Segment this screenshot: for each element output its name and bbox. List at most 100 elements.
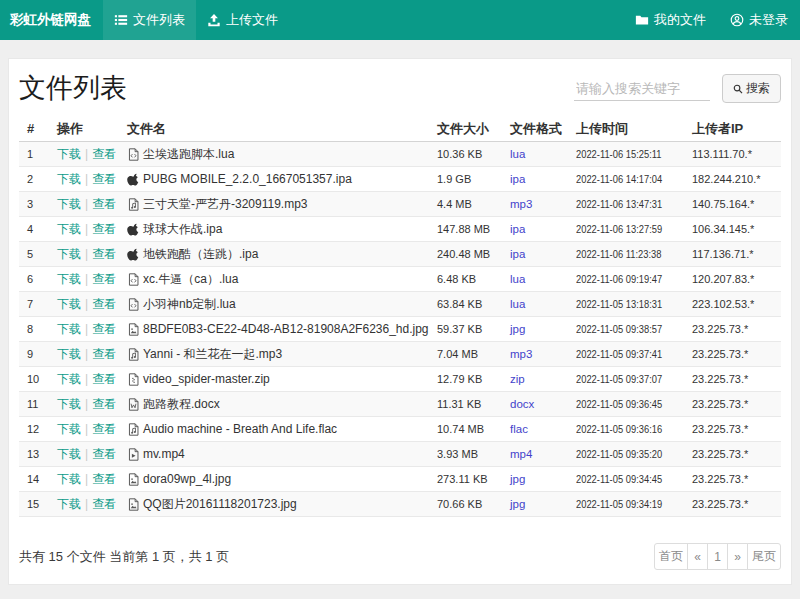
page-number-button[interactable]: 1	[707, 543, 728, 570]
download-link[interactable]: 下载	[57, 397, 81, 411]
download-link[interactable]: 下载	[57, 297, 81, 311]
nav-item-my-files[interactable]: 我的文件	[623, 0, 718, 40]
view-link[interactable]: 查看	[92, 472, 116, 486]
download-link[interactable]: 下载	[57, 172, 81, 186]
file-size: 147.88 MB	[429, 217, 502, 242]
view-link[interactable]: 查看	[92, 197, 116, 211]
row-actions: 下载|查看	[49, 367, 119, 392]
download-link[interactable]: 下载	[57, 197, 81, 211]
download-link[interactable]: 下载	[57, 222, 81, 236]
search-input[interactable]	[574, 77, 710, 101]
download-link[interactable]: 下载	[57, 347, 81, 361]
file-format-cell: lua	[502, 292, 568, 317]
view-link[interactable]: 查看	[92, 372, 116, 386]
upload-time: 2022-11-05 09:36:16	[576, 421, 662, 437]
column-header: 上传时间	[568, 117, 684, 142]
download-link[interactable]: 下载	[57, 247, 81, 261]
row-index: 11	[19, 392, 49, 417]
file-format-cell: docx	[502, 392, 568, 417]
download-link[interactable]: 下载	[57, 272, 81, 286]
list-icon	[114, 13, 128, 27]
view-link[interactable]: 查看	[92, 397, 116, 411]
nav-item-file-list[interactable]: 文件列表	[103, 0, 196, 40]
file-format-link[interactable]: jpg	[510, 323, 525, 335]
file-word-icon	[127, 398, 140, 411]
download-link[interactable]: 下载	[57, 147, 81, 161]
view-link[interactable]: 查看	[92, 497, 116, 511]
first-page-button[interactable]: 首页	[654, 543, 688, 570]
row-actions: 下载|查看	[49, 492, 119, 517]
nav-item-upload[interactable]: 上传文件	[196, 0, 289, 40]
file-format-link[interactable]: flac	[510, 423, 528, 435]
file-format-link[interactable]: mp3	[510, 198, 532, 210]
row-index: 9	[19, 342, 49, 367]
view-link[interactable]: 查看	[92, 422, 116, 436]
file-format-link[interactable]: lua	[510, 148, 525, 160]
file-size: 4.4 MB	[429, 192, 502, 217]
file-name-cell: 8BDFE0B3-CE22-4D48-AB12-81908A2F6236_hd.…	[119, 317, 429, 342]
download-link[interactable]: 下载	[57, 422, 81, 436]
file-table: #操作文件名文件大小文件格式上传时间上传者IP 1下载|查看尘埃逃跑脚本.lua…	[19, 117, 781, 517]
download-link[interactable]: 下载	[57, 497, 81, 511]
download-link[interactable]: 下载	[57, 372, 81, 386]
file-code-icon	[127, 273, 140, 286]
view-link[interactable]: 查看	[92, 297, 116, 311]
row-actions: 下载|查看	[49, 442, 119, 467]
apple-icon	[127, 223, 140, 236]
file-format-link[interactable]: ipa	[510, 223, 525, 235]
file-format-link[interactable]: mp3	[510, 348, 532, 360]
view-link[interactable]: 查看	[92, 347, 116, 361]
file-name: mv.mp4	[143, 446, 185, 462]
uploader-ip: 23.225.73.*	[684, 317, 781, 342]
view-link[interactable]: 查看	[92, 447, 116, 461]
file-format-link[interactable]: ipa	[510, 173, 525, 185]
file-size: 10.36 KB	[429, 142, 502, 167]
nav-item-login-status[interactable]: 未登录	[718, 0, 800, 40]
next-page-button[interactable]: »	[727, 543, 748, 570]
uploader-ip: 182.244.210.*	[684, 167, 781, 192]
file-name: QQ图片20161118201723.jpg	[143, 496, 297, 512]
row-index: 8	[19, 317, 49, 342]
upload-time: 2022-11-05 09:35:20	[576, 446, 662, 462]
last-page-button[interactable]: 尾页	[747, 543, 781, 570]
view-link[interactable]: 查看	[92, 322, 116, 336]
search-icon	[733, 84, 743, 94]
download-link[interactable]: 下载	[57, 322, 81, 336]
file-size: 11.31 KB	[429, 392, 502, 417]
file-name: PUBG MOBILE_2.2.0_1667051357.ipa	[143, 171, 352, 187]
file-format-link[interactable]: zip	[510, 373, 525, 385]
file-format-link[interactable]: lua	[510, 298, 525, 310]
file-format-link[interactable]: docx	[510, 398, 534, 410]
view-link[interactable]: 查看	[92, 147, 116, 161]
uploader-ip: 223.102.53.*	[684, 292, 781, 317]
file-format-link[interactable]: jpg	[510, 498, 525, 510]
download-link[interactable]: 下载	[57, 472, 81, 486]
view-link[interactable]: 查看	[92, 222, 116, 236]
row-index: 7	[19, 292, 49, 317]
view-link[interactable]: 查看	[92, 272, 116, 286]
upload-time-cell: 2022-11-05 09:36:16	[568, 417, 684, 442]
file-format-link[interactable]: mp4	[510, 448, 532, 460]
apple-icon	[127, 248, 140, 261]
download-link[interactable]: 下载	[57, 447, 81, 461]
file-format-link[interactable]: jpg	[510, 473, 525, 485]
file-video-icon	[127, 448, 140, 461]
file-format-link[interactable]: lua	[510, 273, 525, 285]
file-name-cell: mv.mp4	[119, 442, 429, 467]
file-row: 8下载|查看8BDFE0B3-CE22-4D48-AB12-81908A2F62…	[19, 317, 781, 342]
upload-time-cell: 2022-11-05 13:18:31	[568, 292, 684, 317]
view-link[interactable]: 查看	[92, 247, 116, 261]
upload-time-cell: 2022-11-05 09:38:57	[568, 317, 684, 342]
file-format-cell: ipa	[502, 242, 568, 267]
view-link[interactable]: 查看	[92, 172, 116, 186]
prev-page-button[interactable]: «	[687, 543, 708, 570]
file-format-link[interactable]: ipa	[510, 248, 525, 260]
upload-time: 2022-11-06 13:27:59	[576, 221, 662, 237]
upload-time: 2022-11-05 09:38:57	[576, 321, 662, 337]
row-index: 14	[19, 467, 49, 492]
file-row: 4下载|查看球球大作战.ipa147.88 MBipa2022-11-06 13…	[19, 217, 781, 242]
search-button[interactable]: 搜索	[722, 74, 781, 103]
file-format-cell: zip	[502, 367, 568, 392]
file-audio-icon	[127, 198, 140, 211]
column-header: 操作	[49, 117, 119, 142]
